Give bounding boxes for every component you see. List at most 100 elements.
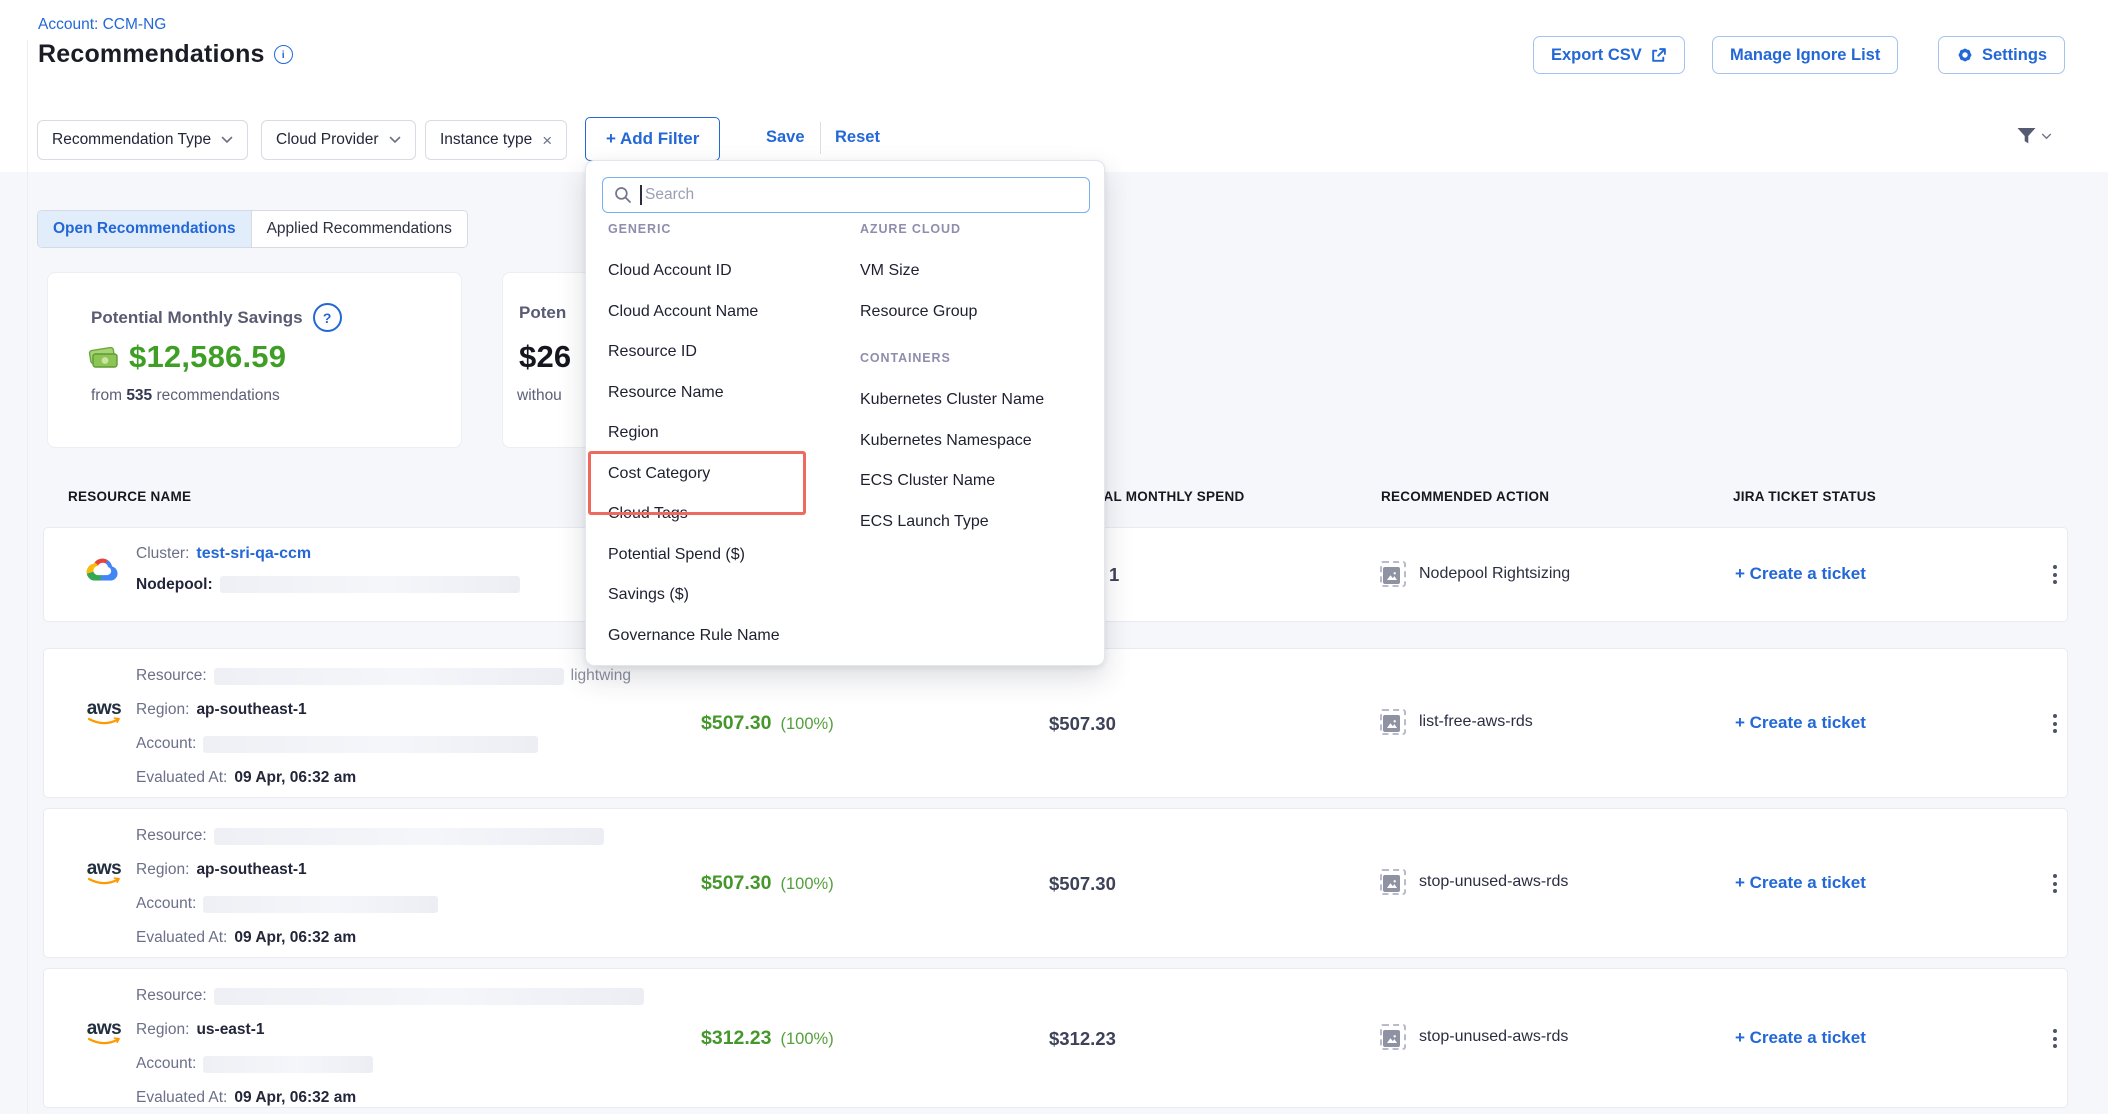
funnel-icon — [2016, 127, 2037, 146]
evaluated-label: Evaluated At: — [136, 1089, 227, 1107]
create-ticket-button[interactable]: + Create a ticket — [1735, 873, 1866, 893]
gear-icon — [1956, 46, 1974, 64]
potential-monthly-savings-card: Potential Monthly Savings ? $12,586.59 f… — [47, 272, 462, 448]
filter-option-potential-spend[interactable]: Potential Spend ($) — [598, 535, 842, 576]
action-name: list-free-aws-rds — [1419, 713, 1533, 731]
cluster-name-link[interactable]: test-sri-qa-ccm — [196, 545, 311, 563]
info-icon[interactable]: i — [274, 45, 293, 64]
left-edge-rule — [27, 40, 28, 1114]
table-row[interactable]: aws Resource: Region: us-east-1 Account:… — [43, 968, 2068, 1108]
save-filter-link[interactable]: Save — [766, 128, 805, 147]
redacted-value — [214, 668, 564, 685]
search-icon — [614, 186, 632, 204]
account-line: Account: — [136, 1047, 644, 1081]
recommendations-tabs: Open Recommendations Applied Recommendat… — [37, 210, 468, 248]
spend-value: $26 — [519, 339, 571, 375]
action-image-placeholder-icon — [1380, 561, 1406, 587]
filter-option-cloud-account-name[interactable]: Cloud Account Name — [598, 292, 842, 333]
spend-card-title: Poten — [519, 303, 566, 323]
create-ticket-button[interactable]: + Create a ticket — [1735, 1028, 1866, 1048]
redacted-value — [214, 988, 644, 1005]
help-icon[interactable]: ? — [313, 303, 342, 332]
filter-option-ecs-cluster-name[interactable]: ECS Cluster Name — [850, 461, 1094, 502]
total-monthly-spend-value: $312.23 — [1049, 1028, 1116, 1050]
table-row[interactable]: aws Resource: Region: ap-southeast-1 Acc… — [43, 808, 2068, 958]
chip-label: Instance type — [440, 131, 532, 149]
tab-open-recommendations[interactable]: Open Recommendations — [38, 211, 251, 247]
column-header-resource-name: RESOURCE NAME — [68, 489, 191, 504]
account-label: Account: — [136, 735, 196, 753]
savings-sub-prefix: from — [91, 387, 122, 404]
remove-chip-icon[interactable]: × — [542, 132, 552, 149]
row-menu-button[interactable] — [2037, 714, 2073, 733]
total-monthly-spend-value: 1 — [1109, 564, 1119, 586]
redacted-value — [203, 736, 538, 753]
savings-percent: (100%) — [781, 1030, 834, 1049]
savings-count: 535 — [126, 387, 152, 404]
total-monthly-spend-value: $507.30 — [1049, 713, 1116, 735]
create-ticket-button[interactable]: + Create a ticket — [1735, 564, 1866, 584]
redacted-value — [220, 576, 520, 593]
reset-filter-link[interactable]: Reset — [835, 128, 880, 147]
filter-option-ecs-launch-type[interactable]: ECS Launch Type — [850, 502, 1094, 543]
filter-panel-toggle[interactable] — [2016, 127, 2052, 146]
manage-ignore-list-button[interactable]: Manage Ignore List — [1712, 36, 1898, 74]
filter-option-resource-id[interactable]: Resource ID — [598, 332, 842, 373]
chevron-down-icon — [2041, 133, 2052, 140]
gcp-logo — [84, 554, 122, 585]
total-monthly-spend-value: $507.30 — [1049, 873, 1116, 895]
filter-chip-cloud-provider[interactable]: Cloud Provider — [261, 120, 416, 160]
filter-option-cloud-tags[interactable]: Cloud Tags — [598, 494, 842, 535]
redacted-value — [214, 828, 604, 845]
savings-amount: $507.30 — [701, 712, 772, 735]
chevron-down-icon — [221, 136, 233, 144]
settings-button[interactable]: Settings — [1938, 36, 2065, 74]
filter-option-cost-category[interactable]: Cost Category — [598, 454, 842, 495]
filter-option-kubernetes-cluster-name[interactable]: Kubernetes Cluster Name — [850, 380, 1094, 421]
filter-option-savings[interactable]: Savings ($) — [598, 575, 842, 616]
filter-chip-instance-type[interactable]: Instance type × — [425, 120, 567, 160]
resource-label: Resource: — [136, 987, 207, 1005]
recommended-action-cell[interactable]: stop-unused-aws-rds — [1380, 1024, 1568, 1050]
action-image-placeholder-icon — [1380, 1024, 1406, 1050]
top-header: Account: CCM-NG Recommendations i Export… — [0, 0, 2108, 99]
monthly-savings-value: $312.23 (100%) — [701, 1027, 834, 1050]
filter-chip-recommendation-type[interactable]: Recommendation Type — [37, 120, 248, 160]
region-value: us-east-1 — [196, 1021, 264, 1039]
recommended-action-cell[interactable]: list-free-aws-rds — [1380, 709, 1533, 735]
savings-amount: $312.23 — [701, 1027, 772, 1050]
add-filter-button[interactable]: + Add Filter — [585, 117, 720, 161]
filter-option-cloud-account-id[interactable]: Cloud Account ID — [598, 251, 842, 292]
region-line: Region: ap-southeast-1 — [136, 693, 631, 727]
export-csv-button[interactable]: Export CSV — [1533, 36, 1685, 74]
tab-applied-recommendations[interactable]: Applied Recommendations — [251, 211, 467, 247]
filter-option-kubernetes-namespace[interactable]: Kubernetes Namespace — [850, 421, 1094, 462]
evaluated-line: Evaluated At: 09 Apr, 06:32 am — [136, 921, 604, 955]
column-header-jira-ticket-status: JIRA TICKET STATUS — [1733, 489, 1876, 504]
evaluated-value: 09 Apr, 06:32 am — [234, 929, 356, 947]
search-input[interactable] — [602, 177, 1090, 213]
breadcrumb-account-link[interactable]: Account: CCM-NG — [38, 16, 166, 34]
filter-option-resource-name[interactable]: Resource Name — [598, 373, 842, 414]
table-row[interactable]: aws Resource: lightwing Region: ap-south… — [43, 648, 2068, 798]
nodepool-label: Nodepool: — [136, 576, 213, 594]
action-image-placeholder-icon — [1380, 709, 1406, 735]
action-name: stop-unused-aws-rds — [1419, 873, 1568, 891]
filter-option-governance-rule-name[interactable]: Governance Rule Name — [598, 616, 842, 657]
resource-name-tail: lightwing — [571, 667, 631, 685]
row-menu-button[interactable] — [2037, 565, 2073, 584]
recommended-action-cell[interactable]: stop-unused-aws-rds — [1380, 869, 1568, 895]
resource-line: Resource: — [136, 979, 644, 1013]
redacted-value — [203, 1056, 373, 1073]
row-menu-button[interactable] — [2037, 1029, 2073, 1048]
filter-option-resource-group[interactable]: Resource Group — [850, 292, 1094, 333]
filter-option-region[interactable]: Region — [598, 413, 842, 454]
evaluated-label: Evaluated At: — [136, 929, 227, 947]
manage-ignore-list-label: Manage Ignore List — [1730, 46, 1880, 65]
region-label: Region: — [136, 861, 189, 879]
create-ticket-button[interactable]: + Create a ticket — [1735, 713, 1866, 733]
row-menu-button[interactable] — [2037, 874, 2073, 893]
aws-logo: aws — [84, 701, 124, 726]
filter-option-vm-size[interactable]: VM Size — [850, 251, 1094, 292]
recommended-action-cell[interactable]: Nodepool Rightsizing — [1380, 561, 1570, 587]
